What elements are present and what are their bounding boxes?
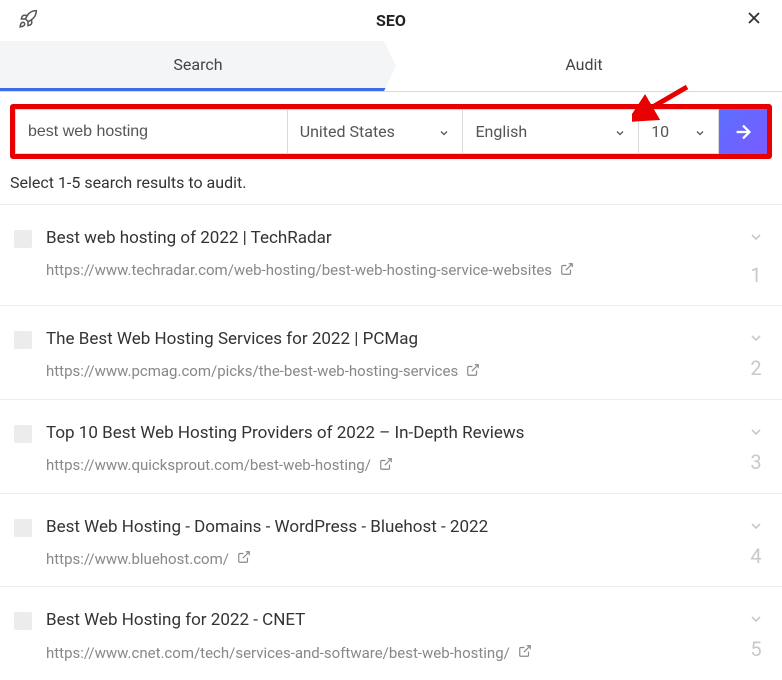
result-rank: 2 xyxy=(750,356,761,380)
result-url-row: https://www.bluehost.com/ xyxy=(46,549,736,568)
result-checkbox[interactable] xyxy=(14,331,32,349)
tabs: Search Audit xyxy=(0,41,782,92)
header: SEO xyxy=(0,0,782,41)
result-checkbox[interactable] xyxy=(14,612,32,630)
result-meta: 5 xyxy=(748,611,764,661)
result-row: Best Web Hosting for 2022 - CNET https:/… xyxy=(0,587,782,680)
result-row: Best web hosting of 2022 | TechRadar htt… xyxy=(0,205,782,306)
result-rank: 3 xyxy=(750,450,761,474)
search-bar-container: United States English 10 xyxy=(0,92,782,169)
search-submit-button[interactable] xyxy=(719,109,767,154)
external-link-icon[interactable] xyxy=(560,261,574,280)
result-url: https://www.bluehost.com/ xyxy=(46,550,229,568)
chevron-down-icon xyxy=(694,126,706,138)
result-title: Best web hosting of 2022 | TechRadar xyxy=(46,227,736,251)
result-row: Best Web Hosting - Domains - WordPress -… xyxy=(0,494,782,588)
tab-search[interactable]: Search xyxy=(0,41,396,91)
results-list: Best web hosting of 2022 | TechRadar htt… xyxy=(0,204,782,680)
instruction-text: Select 1-5 search results to audit. xyxy=(0,169,782,204)
close-icon[interactable] xyxy=(744,8,764,33)
external-link-icon[interactable] xyxy=(237,549,251,568)
result-url-row: https://www.cnet.com/tech/services-and-s… xyxy=(46,643,736,662)
result-body: Best Web Hosting - Domains - WordPress -… xyxy=(46,516,736,569)
result-body: Best Web Hosting for 2022 - CNET https:/… xyxy=(46,609,736,662)
result-meta: 4 xyxy=(748,518,764,568)
chevron-down-icon[interactable] xyxy=(748,229,764,249)
result-title: Best Web Hosting for 2022 - CNET xyxy=(46,609,736,633)
result-title: The Best Web Hosting Services for 2022 |… xyxy=(46,328,736,352)
result-rank: 5 xyxy=(750,637,761,661)
result-url: https://www.cnet.com/tech/services-and-s… xyxy=(46,644,510,662)
result-url-row: https://www.techradar.com/web-hosting/be… xyxy=(46,261,736,280)
external-link-icon[interactable] xyxy=(466,362,480,381)
count-select-value: 10 xyxy=(651,122,669,141)
result-body: Best web hosting of 2022 | TechRadar htt… xyxy=(46,227,736,280)
result-url: https://www.pcmag.com/picks/the-best-web… xyxy=(46,362,458,380)
result-body: The Best Web Hosting Services for 2022 |… xyxy=(46,328,736,381)
result-rank: 4 xyxy=(750,544,761,568)
country-select-value: United States xyxy=(300,122,395,141)
result-url-row: https://www.pcmag.com/picks/the-best-web… xyxy=(46,362,736,381)
result-url: https://www.techradar.com/web-hosting/be… xyxy=(46,261,552,279)
chevron-down-icon xyxy=(438,126,450,138)
tab-audit[interactable]: Audit xyxy=(386,41,782,91)
result-rank: 1 xyxy=(750,263,761,287)
count-select[interactable]: 10 xyxy=(639,109,719,154)
result-meta: 2 xyxy=(748,330,764,380)
external-link-icon[interactable] xyxy=(379,456,393,475)
chevron-down-icon xyxy=(614,126,626,138)
result-url: https://www.quicksprout.com/best-web-hos… xyxy=(46,456,371,474)
result-title: Top 10 Best Web Hosting Providers of 202… xyxy=(46,422,736,446)
chevron-down-icon[interactable] xyxy=(748,424,764,444)
chevron-down-icon[interactable] xyxy=(748,611,764,631)
chevron-down-icon[interactable] xyxy=(748,518,764,538)
page-title: SEO xyxy=(376,11,406,30)
result-checkbox[interactable] xyxy=(14,519,32,537)
rocket-icon xyxy=(18,9,38,33)
result-checkbox[interactable] xyxy=(14,230,32,248)
result-meta: 1 xyxy=(748,229,764,287)
search-query-input[interactable] xyxy=(15,109,288,154)
language-select[interactable]: English xyxy=(463,109,639,154)
result-row: Top 10 Best Web Hosting Providers of 202… xyxy=(0,400,782,494)
result-body: Top 10 Best Web Hosting Providers of 202… xyxy=(46,422,736,475)
chevron-down-icon[interactable] xyxy=(748,330,764,350)
result-row: The Best Web Hosting Services for 2022 |… xyxy=(0,306,782,400)
country-select[interactable]: United States xyxy=(288,109,464,154)
result-title: Best Web Hosting - Domains - WordPress -… xyxy=(46,516,736,540)
search-bar: United States English 10 xyxy=(10,104,772,159)
language-select-value: English xyxy=(475,122,527,141)
result-url-row: https://www.quicksprout.com/best-web-hos… xyxy=(46,456,736,475)
result-checkbox[interactable] xyxy=(14,425,32,443)
result-meta: 3 xyxy=(748,424,764,474)
external-link-icon[interactable] xyxy=(518,643,532,662)
